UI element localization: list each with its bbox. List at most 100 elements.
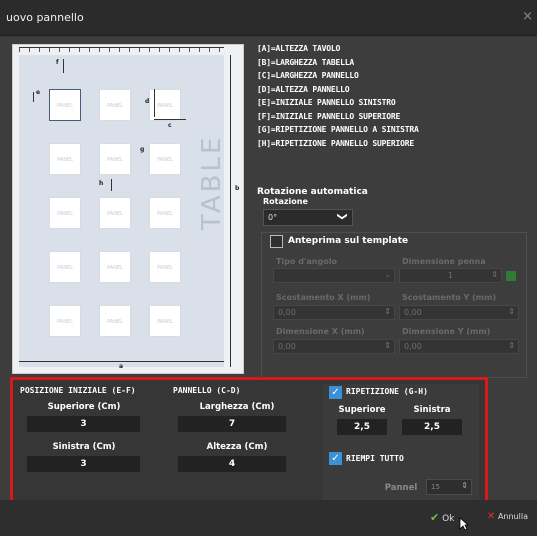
preview-panel: PANEL [99,251,131,283]
top-ruler [19,47,224,53]
cancel-label: Annulla [497,512,528,521]
dim-label-a: a [119,363,124,370]
repetition-title: RIPETIZIONE (G-H) [346,387,428,396]
dim-x-value: 0,00 [278,342,296,351]
fill-all-checkbox[interactable]: ✓ [329,452,342,465]
dim-label-e: e [36,89,41,96]
preview-panel: PANEL [149,251,181,283]
initial-top-label: Superiore (Cm) [47,402,121,412]
close-icon[interactable]: × [522,9,533,24]
initial-left-label: Sinistra (Cm) [52,442,116,452]
ruler-tick [209,48,210,52]
dim-y-value: 0,00 [404,342,422,351]
spinner-icon[interactable]: ⇕ [384,307,391,316]
pen-color-swatch[interactable] [506,271,516,281]
panel-count-value: 15 [431,483,440,491]
dim-b-marker [230,55,231,367]
mouse-cursor-icon [459,517,469,531]
initial-left-input[interactable]: 3 [27,456,140,472]
fill-all-label: RIEMPI TUTTO [346,454,404,463]
preview-panel: PANEL [99,305,131,337]
panel-width-label: Larghezza (Cm) [199,402,275,412]
panel-count-input[interactable]: 15 ⇕ [426,479,472,495]
offset-x-input[interactable]: 0,00 ⇕ [273,305,395,320]
dim-c-marker [154,119,186,120]
rotation-select[interactable]: 0° ❯ [263,209,353,226]
offset-y-label: Scostamento Y (mm) [402,293,497,302]
corner-type-label: Tipo d'angolo [276,257,337,266]
ruler-tick [19,48,20,52]
panel-count-label: Pannel [384,483,418,493]
ruler-tick [189,48,190,52]
cancel-button[interactable]: ✕ Annulla [487,511,528,522]
preview-panel: PANEL [149,305,181,337]
spinner-icon[interactable]: ⇕ [491,270,498,279]
ruler-tick [169,48,170,52]
offset-y-input[interactable]: 0,00 ⇕ [399,305,519,320]
legend-a: [A]=ALTEZZA TAVOLO [257,44,341,53]
dim-label-b: b [235,185,240,192]
ruler-tick [29,48,30,52]
spinner-icon[interactable]: ⇕ [508,341,515,350]
spinner-icon[interactable]: ⇕ [508,307,515,316]
ruler-tick [39,48,40,52]
ruler-tick [99,48,100,52]
legend-h: [H]=RIPETIZIONE PANNELLO SUPERIORE [257,138,414,148]
dim-label-d: d [145,98,150,105]
ruler-tick [89,48,90,52]
rotation-value: 0° [268,213,278,222]
pen-size-input[interactable]: 1 ⇕ [399,268,502,283]
template-preview-label: Anteprima sul template [288,236,409,246]
spinner-icon[interactable]: ⇕ [461,481,468,490]
ruler-tick [109,48,110,52]
ruler-tick [49,48,50,52]
close-icon: ✕ [487,511,496,522]
check-icon: ✔ [430,511,440,524]
panel-height-label: Altezza (Cm) [206,442,268,452]
initial-position-title: POSIZIONE INIZIALE (E-F) [20,386,136,395]
ok-button[interactable]: ✔ Ok [430,511,454,524]
ruler-tick [159,48,160,52]
dim-y-label: Dimensione Y (mm) [402,327,491,336]
table-label: TABLE [197,134,227,230]
preview-panel: PANEL [149,197,181,229]
repetition-left-input[interactable]: 2,5 [402,419,462,435]
legend-c: [C]=LARGHEZZA PANNELLO [257,71,359,80]
pen-size-value: 1 [447,271,454,280]
dim-d-marker [154,89,155,117]
panel-width-input[interactable]: 7 [178,416,286,432]
chevron-down-icon: ❯ [336,212,348,221]
preview-panel: PANEL [49,89,81,121]
template-preview-checkbox[interactable] [270,235,283,248]
layout-preview: TABLE PANEL PANEL PANEL PANEL PANEL PANEL PANE… [12,44,244,374]
repetition-top-input[interactable]: 2,5 [337,419,387,435]
ruler-tick [79,48,80,52]
preview-panel: PANEL [99,89,131,121]
dimension-legend: [A]=ALTEZZA TAVOLO [B]=LARGHEZZA TABELLA… [257,44,527,152]
dim-label-h: h [99,180,104,187]
panel-height-input[interactable]: 4 [178,456,286,472]
offset-y-value: 0,00 [404,308,422,317]
legend-b: [B]=LARGHEZZA TABELLA [257,57,354,67]
dim-label-f: f [56,59,59,66]
auto-rotation-title: Rotazione automatica [257,187,368,197]
dim-label-g: g [140,146,145,153]
dim-x-input[interactable]: 0,00 ⇕ [273,339,395,354]
spinner-icon[interactable]: ⇕ [384,341,391,350]
ruler-tick [119,48,120,52]
repetition-left-label: Sinistra [413,405,451,415]
preview-panel: PANEL [99,197,131,229]
offset-x-label: Scostamento X (mm) [276,293,371,302]
dim-f-marker [63,59,64,73]
window-title: uovo pannello [6,11,84,24]
ruler-tick [69,48,70,52]
preview-panel: PANEL [99,143,131,175]
repetition-checkbox[interactable]: ✓ [329,386,342,399]
dim-y-input[interactable]: 0,00 ⇕ [399,339,519,354]
corner-type-select[interactable]: ⌄ [273,268,395,283]
rotation-label: Rotazione [263,197,308,206]
initial-top-input[interactable]: 3 [27,416,140,432]
legend-f: [F]=INIZIALE PANNELLO SUPERIORE [257,111,401,121]
window-titlebar: uovo pannello × [0,0,537,36]
preview-panel: PANEL [49,251,81,283]
